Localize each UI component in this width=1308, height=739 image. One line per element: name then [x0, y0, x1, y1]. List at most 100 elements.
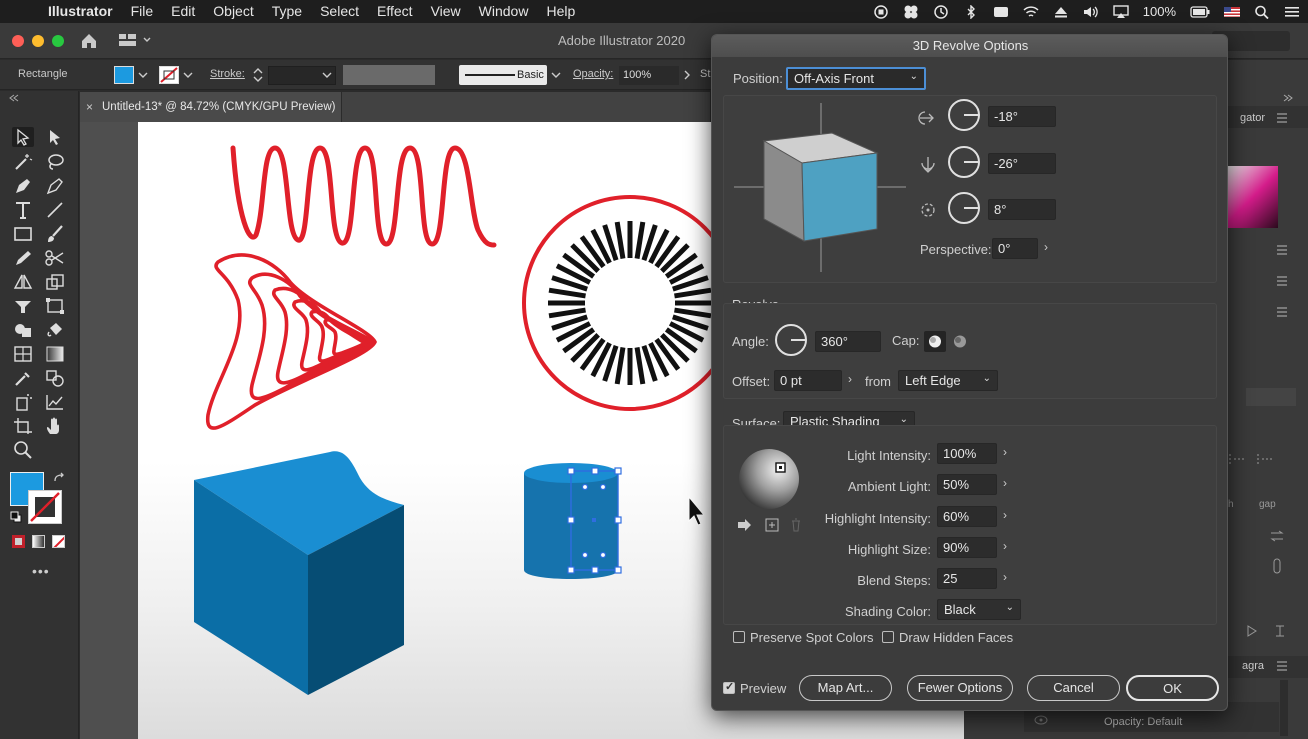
battery-icon[interactable]: [1190, 5, 1210, 19]
chevron-down-icon[interactable]: [551, 71, 561, 79]
highlight-intensity-input[interactable]: 60%: [937, 506, 997, 527]
delete-light-icon[interactable]: [790, 518, 802, 532]
link-icon[interactable]: [1272, 558, 1282, 574]
panel-menu-icon[interactable]: [1276, 661, 1288, 671]
fewer-options-button[interactable]: Fewer Options: [907, 675, 1013, 701]
pencil-tool-icon[interactable]: [12, 248, 34, 268]
perspective-slider-arrow[interactable]: ›: [1039, 238, 1053, 259]
mesh-tool-icon[interactable]: [12, 344, 34, 364]
scissors-tool-icon[interactable]: [44, 248, 66, 268]
highlight-size-arrow[interactable]: ›: [998, 537, 1012, 558]
document-tab[interactable]: × Untitled-13* @ 84.72% (CMYK/GPU Previe…: [80, 92, 342, 122]
menu-file[interactable]: File: [122, 0, 163, 23]
z-rotation-dial[interactable]: [948, 192, 980, 224]
stepper-icon[interactable]: [252, 67, 264, 83]
line-segment-tool-icon[interactable]: [44, 200, 66, 220]
paintbrush-tool-icon[interactable]: [44, 224, 66, 244]
highlight-size-input[interactable]: 90%: [937, 537, 997, 558]
align-icons[interactable]: [1228, 452, 1288, 466]
stroke-color-swatch[interactable]: [28, 490, 62, 524]
column-graph-tool-icon[interactable]: [44, 392, 66, 412]
variable-width-profile[interactable]: [343, 65, 435, 85]
menu-view[interactable]: View: [422, 0, 470, 23]
type-tool-icon[interactable]: [12, 200, 34, 220]
x-rotation-input[interactable]: -18°: [988, 106, 1056, 127]
panel-menu-icon[interactable]: [1276, 276, 1288, 286]
preview-checkbox[interactable]: [723, 680, 735, 694]
map-art-button[interactable]: Map Art...: [799, 675, 892, 701]
navigator-thumbnail[interactable]: [1228, 166, 1278, 228]
volume-icon[interactable]: [1083, 5, 1099, 19]
z-rotation-input[interactable]: 8°: [988, 199, 1056, 220]
minimize-window-button[interactable]: [32, 35, 44, 47]
free-transform-tool-icon[interactable]: [44, 296, 66, 316]
scale-tool-icon[interactable]: [44, 272, 66, 292]
us-flag-icon[interactable]: [1224, 5, 1240, 19]
panel-menu-icon[interactable]: [1276, 307, 1288, 317]
chevron-down-icon[interactable]: [138, 71, 148, 79]
gradient-mode-icon[interactable]: [32, 535, 45, 548]
reflect-tool-icon[interactable]: [12, 272, 34, 292]
y-rotation-dial[interactable]: [948, 146, 980, 178]
transform-icons[interactable]: [1246, 624, 1286, 638]
lighting-sphere[interactable]: [738, 448, 800, 510]
menu-object[interactable]: Object: [204, 0, 262, 23]
zoom-window-button[interactable]: [52, 35, 64, 47]
brush-definition-select[interactable]: Basic: [459, 65, 547, 85]
cap-off-button[interactable]: [949, 331, 971, 352]
eject-icon[interactable]: [1053, 5, 1069, 19]
edit-toolbar-icon[interactable]: •••: [32, 563, 50, 579]
airplay-icon[interactable]: [1113, 4, 1129, 19]
none-mode-icon[interactable]: [52, 535, 65, 548]
stroke-label[interactable]: Stroke:: [210, 68, 245, 80]
shape-builder-tool-icon[interactable]: [12, 320, 34, 340]
highlight-intensity-arrow[interactable]: ›: [998, 506, 1012, 527]
keyboard-icon[interactable]: [993, 5, 1009, 19]
menu-type[interactable]: Type: [263, 0, 311, 23]
selection-tool-icon[interactable]: [12, 127, 34, 147]
pen-tool-icon[interactable]: [12, 176, 34, 196]
menu-edit[interactable]: Edit: [162, 0, 204, 23]
x-rotation-dial[interactable]: [948, 99, 980, 131]
ambient-light-input[interactable]: 50%: [937, 474, 997, 495]
collapse-dock-icon[interactable]: [1282, 94, 1294, 102]
lasso-tool-icon[interactable]: [44, 152, 66, 172]
record-icon[interactable]: [873, 4, 889, 19]
artboard-tool-icon[interactable]: [12, 416, 34, 436]
close-window-button[interactable]: [12, 35, 24, 47]
eyedropper-tool-icon[interactable]: [12, 368, 34, 388]
stroke-swatch[interactable]: [159, 66, 179, 84]
position-select[interactable]: Off-Axis Front ⌄: [786, 67, 926, 90]
light-intensity-input[interactable]: 100%: [937, 443, 997, 464]
menu-app[interactable]: Illustrator: [44, 0, 122, 23]
chevron-down-icon[interactable]: [322, 71, 332, 79]
opacity-input[interactable]: 100%: [619, 66, 679, 85]
chevron-down-icon[interactable]: [183, 71, 193, 79]
chevron-right-icon[interactable]: [683, 70, 691, 80]
hand-tool-icon[interactable]: [44, 416, 66, 436]
live-paint-bucket-tool-icon[interactable]: [44, 320, 66, 340]
light-intensity-arrow[interactable]: ›: [998, 443, 1012, 464]
opacity-label[interactable]: Opacity:: [573, 68, 613, 80]
track-cube-preview[interactable]: [734, 101, 909, 274]
workspace-switcher-icon[interactable]: [118, 32, 154, 48]
angle-dial[interactable]: [775, 324, 807, 356]
swap-arrows-icon[interactable]: [1270, 530, 1284, 542]
menu-select[interactable]: Select: [311, 0, 368, 23]
curvature-tool-icon[interactable]: [44, 176, 66, 196]
perspective-input[interactable]: 0°: [992, 238, 1038, 259]
swap-fill-stroke-icon[interactable]: [52, 472, 66, 486]
zoom-tool-icon[interactable]: [12, 440, 34, 460]
fan-icon[interactable]: [903, 5, 919, 19]
cancel-button[interactable]: Cancel: [1027, 675, 1120, 701]
new-light-icon[interactable]: [765, 518, 779, 532]
menu-window[interactable]: Window: [470, 0, 538, 23]
bluetooth-icon[interactable]: [963, 4, 979, 19]
visibility-eye-icon[interactable]: [1034, 715, 1048, 725]
panel-menu-icon[interactable]: [1276, 245, 1288, 255]
collapse-panel-icon[interactable]: [8, 94, 20, 102]
y-rotation-input[interactable]: -26°: [988, 153, 1056, 174]
default-fill-stroke-icon[interactable]: [10, 511, 22, 523]
scrollbar[interactable]: [1280, 680, 1288, 736]
angle-input[interactable]: 360°: [815, 331, 881, 352]
